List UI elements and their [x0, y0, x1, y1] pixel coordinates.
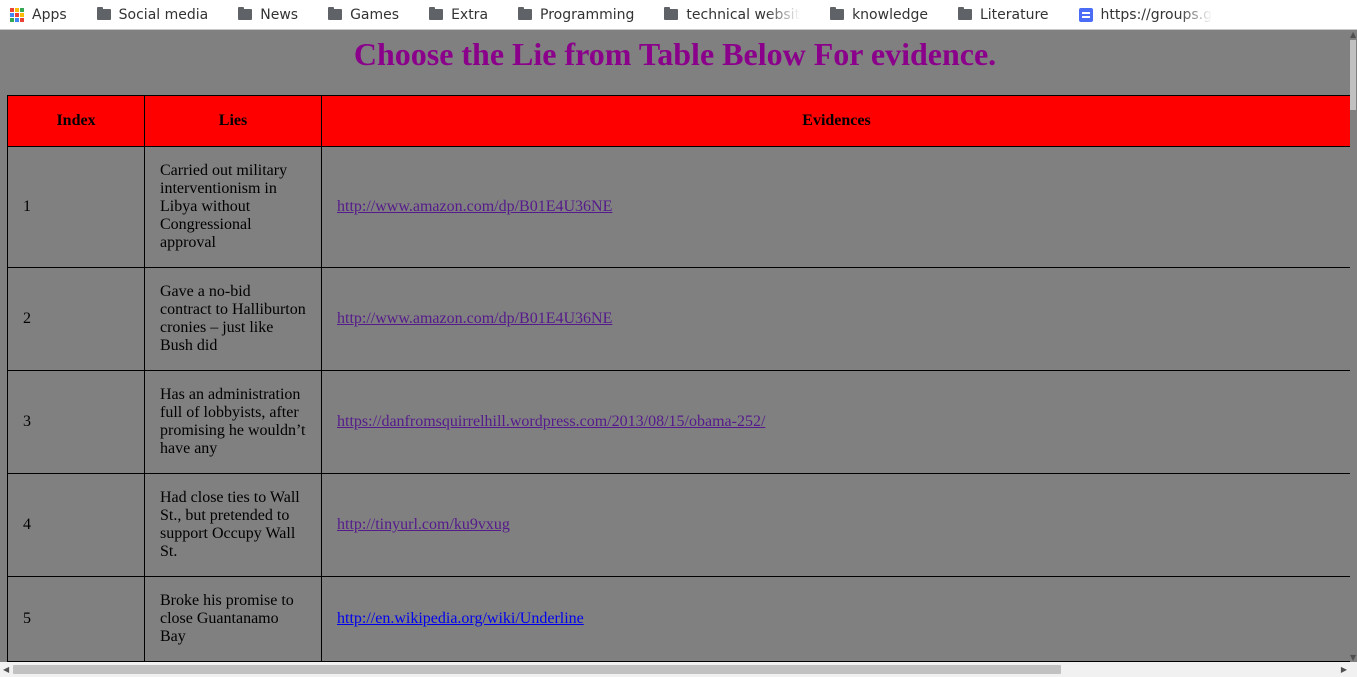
- header-index: Index: [7, 95, 145, 147]
- bookmark-label: Social media: [118, 6, 209, 23]
- header-evidences: Evidences: [321, 95, 1350, 147]
- table-row: 2 Gave a no-bid contract to Halliburton …: [7, 267, 1350, 371]
- folder-icon: [830, 7, 845, 20]
- row-evidence: http://www.amazon.com/dp/B01E4U36NE: [321, 267, 1350, 371]
- lies-table: Index Lies Evidences 1 Carried out milit…: [7, 95, 1350, 662]
- bookmark-label: knowledge: [852, 6, 928, 23]
- folder-icon: [518, 7, 533, 20]
- row-evidence: https://danfromsquirrelhill.wordpress.co…: [321, 370, 1350, 474]
- page-viewport: Choose the Lie from Table Below For evid…: [0, 30, 1350, 662]
- table-header-row: Index Lies Evidences: [7, 95, 1350, 147]
- row-evidence: http://en.wikipedia.org/wiki/Underline: [321, 576, 1350, 662]
- row-evidence: http://www.amazon.com/dp/B01E4U36NE: [321, 146, 1350, 268]
- header-lies: Lies: [144, 95, 322, 147]
- folder-icon: [957, 7, 972, 20]
- row-evidence: http://tinyurl.com/ku9vxug: [321, 473, 1350, 577]
- groups-icon: [1078, 7, 1093, 22]
- row-index: 3: [7, 370, 145, 474]
- horizontal-scroll-thumb[interactable]: [13, 665, 1061, 674]
- bookmark-folder-literature[interactable]: Literature: [942, 0, 1049, 29]
- bookmark-folder-social-media[interactable]: Social media: [81, 0, 209, 29]
- table-row: 3 Has an administration full of lobbyist…: [7, 370, 1350, 474]
- row-lie: Has an administration full of lobbyists,…: [144, 370, 322, 474]
- bookmark-folder-knowledge[interactable]: knowledge: [814, 0, 928, 29]
- row-lie: Gave a no-bid contract to Halliburton cr…: [144, 267, 322, 371]
- folder-icon: [96, 7, 111, 20]
- table-row: 1 Carried out military interventionism i…: [7, 146, 1350, 268]
- evidence-link[interactable]: http://www.amazon.com/dp/B01E4U36NE: [337, 310, 612, 327]
- folder-icon: [238, 7, 253, 20]
- row-index: 2: [7, 267, 145, 371]
- bookmark-folder-technical-websites[interactable]: technical websit: [648, 0, 800, 29]
- vertical-scroll-thumb[interactable]: [1350, 40, 1356, 110]
- bookmark-folder-news[interactable]: News: [222, 0, 298, 29]
- bookmark-label: technical websit: [686, 6, 801, 23]
- row-lie: Had close ties to Wall St., but pretende…: [144, 473, 322, 577]
- bookmark-label: Extra: [451, 6, 489, 23]
- bookmarks-bar: Apps Social media News Games Extra Progr…: [0, 0, 1357, 30]
- bookmark-label: https://groups.g: [1100, 6, 1213, 23]
- row-index: 4: [7, 473, 145, 577]
- bookmark-folder-games[interactable]: Games: [312, 0, 399, 29]
- bookmark-folder-programming[interactable]: Programming: [502, 0, 634, 29]
- evidence-link[interactable]: http://www.amazon.com/dp/B01E4U36NE: [337, 198, 612, 215]
- row-index: 1: [7, 146, 145, 268]
- table-row: 4 Had close ties to Wall St., but preten…: [7, 473, 1350, 577]
- row-lie: Broke his promise to close Guantanamo Ba…: [144, 576, 322, 662]
- evidence-link[interactable]: http://tinyurl.com/ku9vxug: [337, 516, 510, 533]
- bookmark-label: Apps: [32, 6, 67, 23]
- bookmark-label: Literature: [979, 6, 1049, 23]
- scroll-right-arrow-icon[interactable]: ▶: [1341, 665, 1347, 674]
- bookmark-groups[interactable]: https://groups.g: [1063, 0, 1212, 29]
- page-title: Choose the Lie from Table Below For evid…: [353, 36, 997, 72]
- bookmark-label: Games: [350, 6, 400, 23]
- horizontal-scrollbar[interactable]: ◀ ▶: [0, 662, 1357, 677]
- folder-icon: [664, 7, 679, 20]
- apps-grid-icon: [10, 7, 24, 22]
- folder-icon: [429, 7, 444, 20]
- table-row: 5 Broke his promise to close Guantanamo …: [7, 576, 1350, 662]
- bookmark-apps[interactable]: Apps: [0, 0, 67, 29]
- scroll-down-arrow-icon[interactable]: ▼: [1350, 653, 1356, 662]
- scroll-left-arrow-icon[interactable]: ◀: [3, 665, 9, 674]
- scroll-up-arrow-icon[interactable]: ▲: [1350, 30, 1356, 39]
- bookmark-folder-extra[interactable]: Extra: [413, 0, 488, 29]
- row-index: 5: [7, 576, 145, 662]
- bookmark-label: News: [260, 6, 299, 23]
- vertical-scrollbar[interactable]: ▲ ▼: [1350, 30, 1357, 662]
- evidence-link[interactable]: http://en.wikipedia.org/wiki/Underline: [337, 610, 584, 627]
- evidence-link[interactable]: https://danfromsquirrelhill.wordpress.co…: [337, 413, 765, 430]
- row-lie: Carried out military interventionism in …: [144, 146, 322, 268]
- folder-icon: [328, 7, 343, 20]
- bookmark-label: Programming: [540, 6, 635, 23]
